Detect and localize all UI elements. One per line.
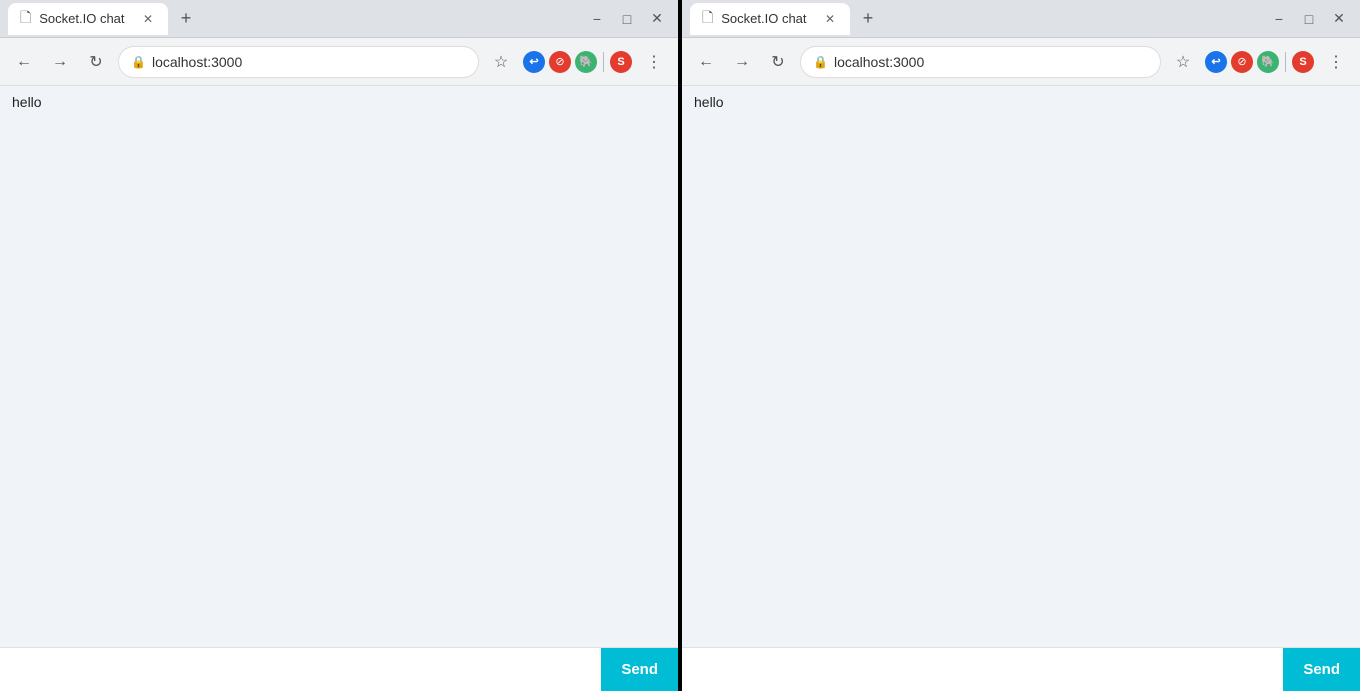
browser-window-left: 🗋 Socket.IO chat ✕ + − □ ✕ ← → ↻ 🔒 local… xyxy=(0,0,678,691)
lock-icon-right: 🔒 xyxy=(813,55,828,69)
url-bar-left[interactable]: 🔒 localhost:3000 xyxy=(118,46,479,78)
ext-icon-2-left[interactable]: ⊘ xyxy=(549,51,571,73)
title-bar-left: 🗋 Socket.IO chat ✕ + − □ ✕ xyxy=(0,0,678,38)
chat-input-right[interactable] xyxy=(682,648,1283,691)
reload-button-right[interactable]: ↻ xyxy=(764,48,792,76)
ext-icon-1-right[interactable]: ↩ xyxy=(1205,51,1227,73)
tab-close-right[interactable]: ✕ xyxy=(822,11,838,27)
ext-icon-4-right[interactable]: S xyxy=(1292,51,1314,73)
new-tab-button-left[interactable]: + xyxy=(172,5,200,33)
page-content-left: hello Send xyxy=(0,86,678,691)
browser-window-right: 🗋 Socket.IO chat ✕ + − □ ✕ ← → ↻ 🔒 local… xyxy=(682,0,1360,691)
tab-left[interactable]: 🗋 Socket.IO chat ✕ xyxy=(8,3,168,35)
bookmark-button-left[interactable]: ☆ xyxy=(487,48,515,76)
minimize-button-left[interactable]: − xyxy=(584,6,610,32)
extension-icons-left: ↩ ⊘ 🐘 S xyxy=(523,51,632,73)
address-bar-left: ← → ↻ 🔒 localhost:3000 ☆ ↩ ⊘ 🐘 S ⋮ xyxy=(0,38,678,86)
messages-area-left: hello xyxy=(0,86,678,647)
title-bar-right: 🗋 Socket.IO chat ✕ + − □ ✕ xyxy=(682,0,1360,38)
forward-button-right[interactable]: → xyxy=(728,48,756,76)
maximize-button-right[interactable]: □ xyxy=(1296,6,1322,32)
menu-button-right[interactable]: ⋮ xyxy=(1322,48,1350,76)
back-button-left[interactable]: ← xyxy=(10,48,38,76)
chat-footer-left: Send xyxy=(0,647,678,691)
page-content-right: hello Send xyxy=(682,86,1360,691)
ext-icon-2-right[interactable]: ⊘ xyxy=(1231,51,1253,73)
tab-title-right: Socket.IO chat xyxy=(721,11,806,26)
message-left-0: hello xyxy=(12,94,666,110)
forward-button-left[interactable]: → xyxy=(46,48,74,76)
window-controls-left: − □ ✕ xyxy=(584,6,670,32)
new-tab-button-right[interactable]: + xyxy=(854,5,882,33)
ext-icon-3-left[interactable]: 🐘 xyxy=(575,51,597,73)
url-bar-right[interactable]: 🔒 localhost:3000 xyxy=(800,46,1161,78)
tab-right[interactable]: 🗋 Socket.IO chat ✕ xyxy=(690,3,850,35)
minimize-button-right[interactable]: − xyxy=(1266,6,1292,32)
ext-icon-4-left[interactable]: S xyxy=(610,51,632,73)
lock-icon-left: 🔒 xyxy=(131,55,146,69)
ext-divider-right xyxy=(1285,52,1286,72)
bookmark-button-right[interactable]: ☆ xyxy=(1169,48,1197,76)
ext-divider-left xyxy=(603,52,604,72)
tab-close-left[interactable]: ✕ xyxy=(140,11,156,27)
url-text-right: localhost:3000 xyxy=(834,54,924,70)
close-button-left[interactable]: ✕ xyxy=(644,6,670,32)
window-controls-right: − □ ✕ xyxy=(1266,6,1352,32)
menu-button-left[interactable]: ⋮ xyxy=(640,48,668,76)
url-text-left: localhost:3000 xyxy=(152,54,242,70)
tab-title-left: Socket.IO chat xyxy=(39,11,124,26)
address-bar-right: ← → ↻ 🔒 localhost:3000 ☆ ↩ ⊘ 🐘 S ⋮ xyxy=(682,38,1360,86)
back-button-right[interactable]: ← xyxy=(692,48,720,76)
tab-page-icon-left: 🗋 xyxy=(20,7,31,31)
reload-button-left[interactable]: ↻ xyxy=(82,48,110,76)
chat-input-left[interactable] xyxy=(0,648,601,691)
messages-area-right: hello xyxy=(682,86,1360,647)
close-button-right[interactable]: ✕ xyxy=(1326,6,1352,32)
send-button-left[interactable]: Send xyxy=(601,648,678,691)
message-right-0: hello xyxy=(694,94,1348,110)
ext-icon-3-right[interactable]: 🐘 xyxy=(1257,51,1279,73)
chat-footer-right: Send xyxy=(682,647,1360,691)
tab-page-icon-right: 🗋 xyxy=(702,7,713,31)
send-button-right[interactable]: Send xyxy=(1283,648,1360,691)
ext-icon-1-left[interactable]: ↩ xyxy=(523,51,545,73)
extension-icons-right: ↩ ⊘ 🐘 S xyxy=(1205,51,1314,73)
maximize-button-left[interactable]: □ xyxy=(614,6,640,32)
